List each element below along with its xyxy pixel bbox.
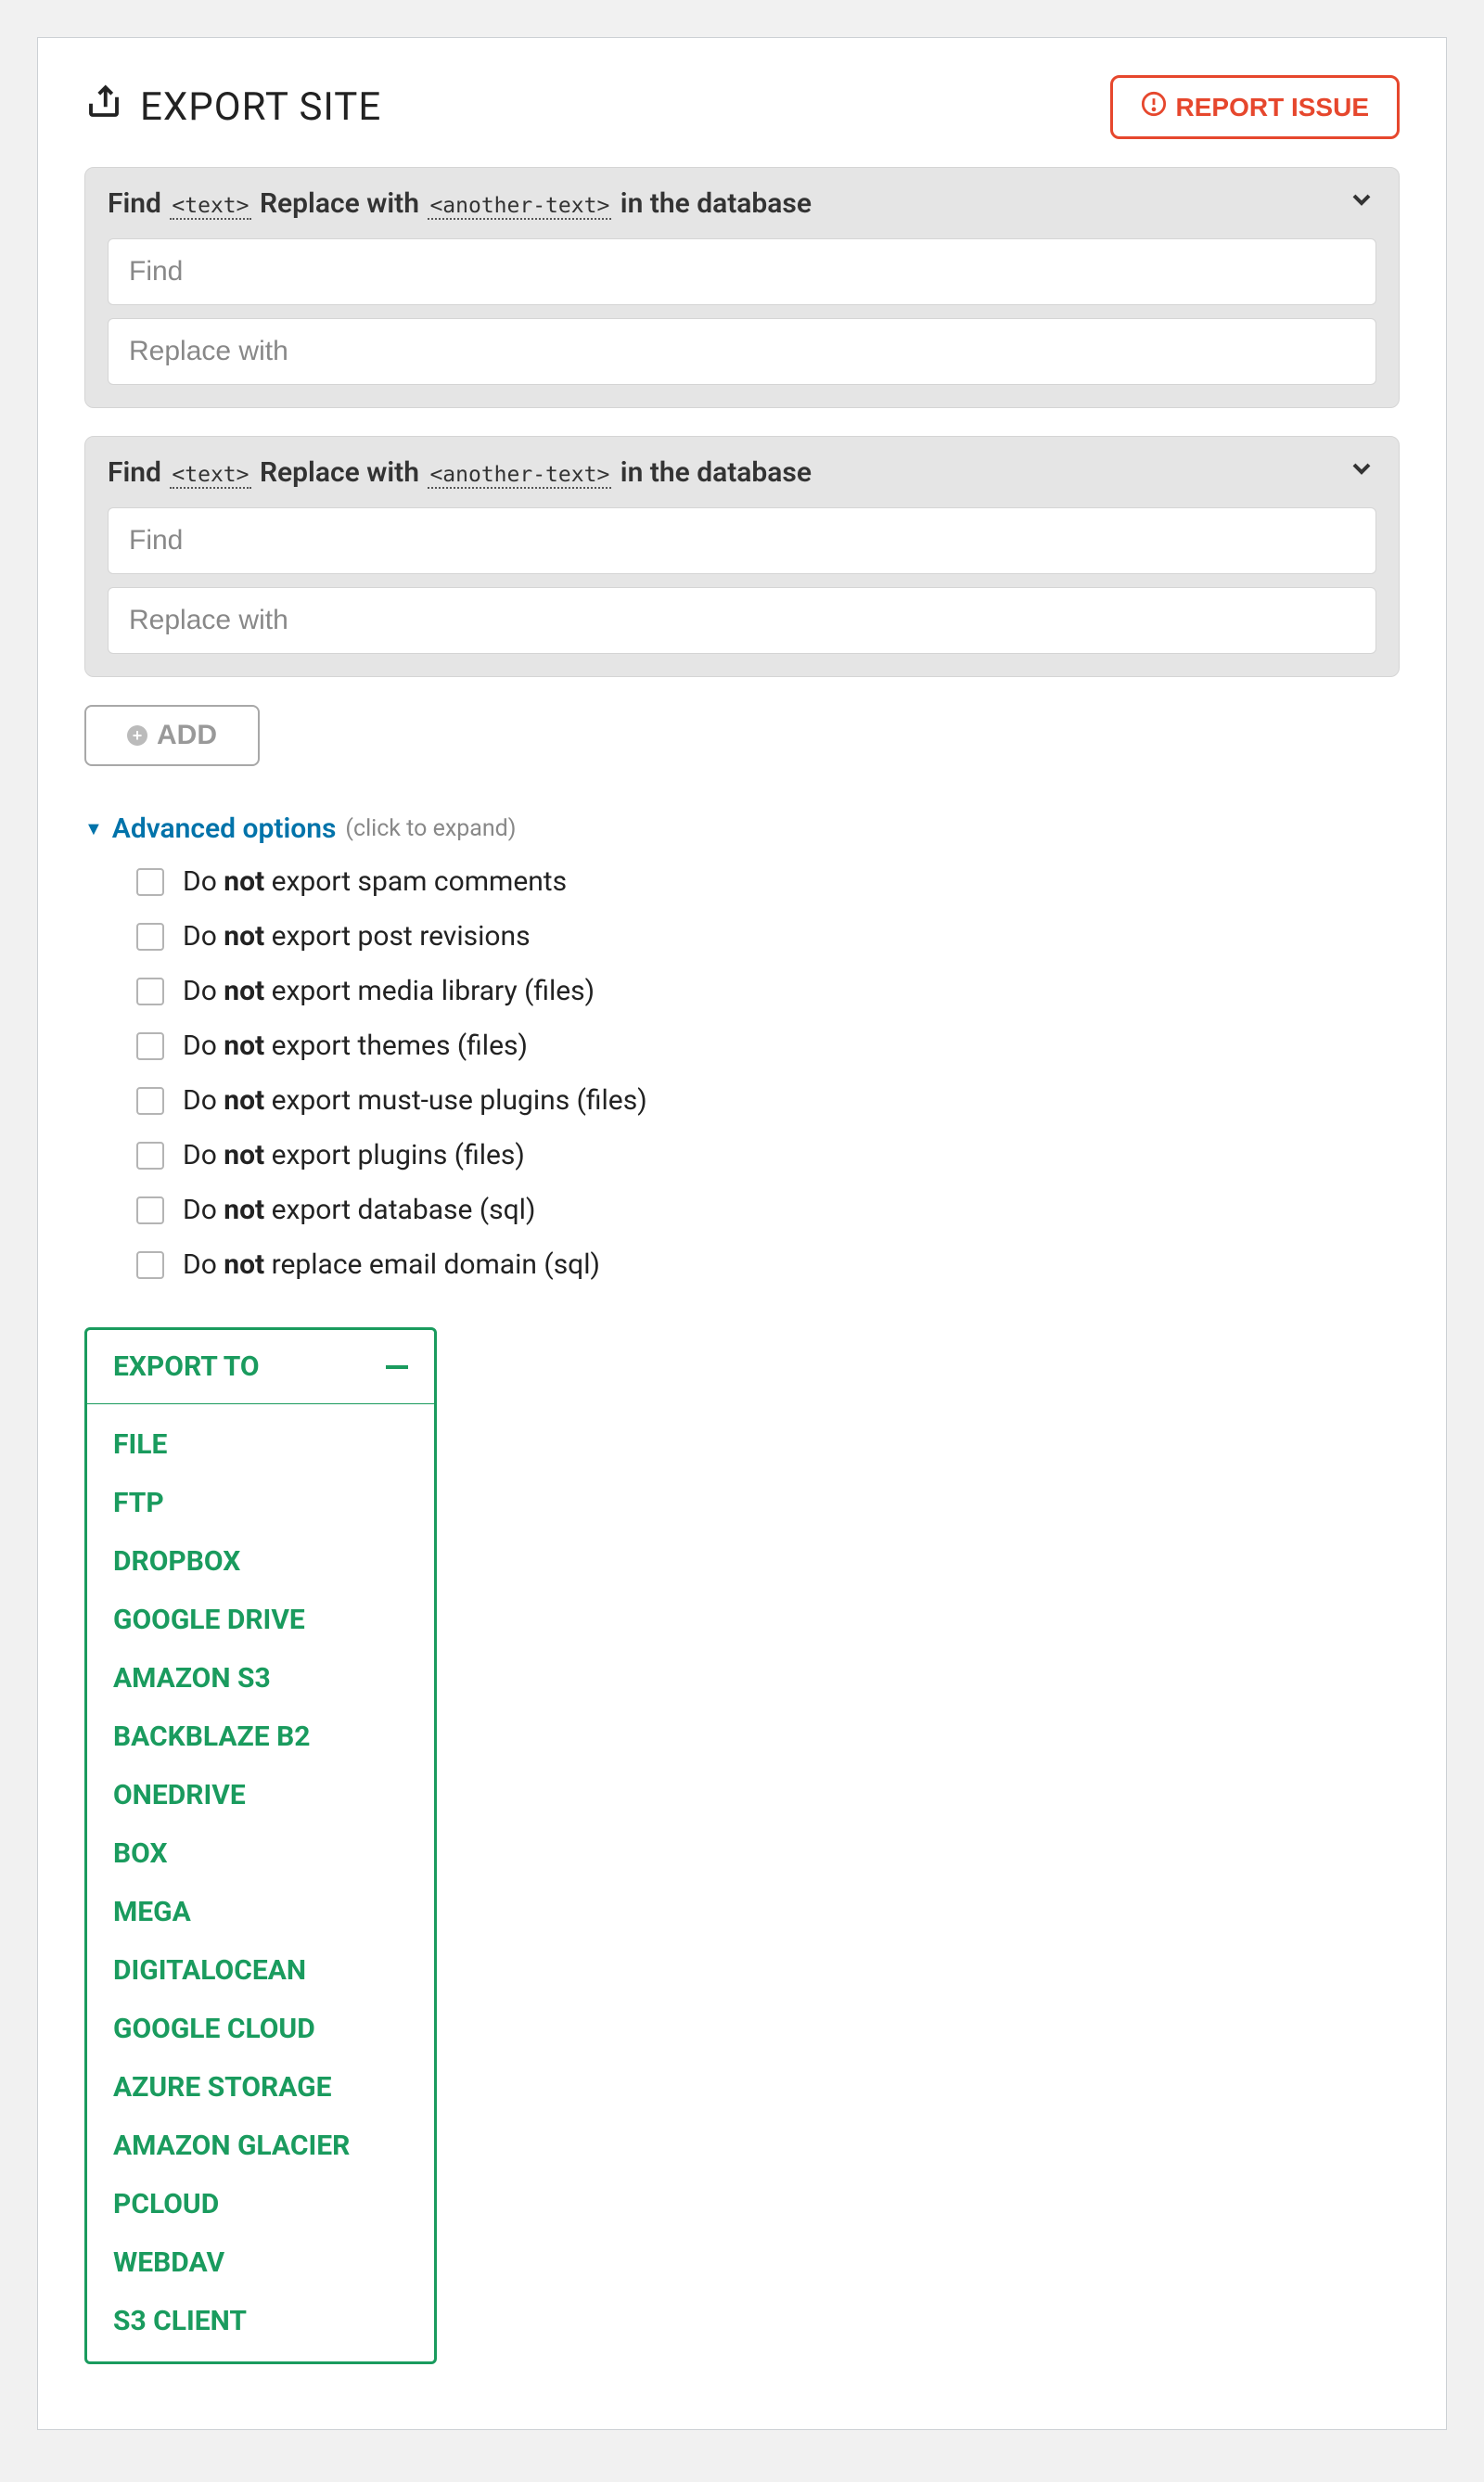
advanced-checkbox-6[interactable] [136,1196,164,1224]
advanced-option-6[interactable]: Do not export database (sql) [136,1194,1400,1226]
replace-input-2[interactable] [108,587,1376,654]
advanced-option-7[interactable]: Do not replace email domain (sql) [136,1248,1400,1281]
export-target-google-cloud[interactable]: GOOGLE CLOUD [87,2000,434,2058]
export-target-list: FILEFTPDROPBOXGOOGLE DRIVEAMAZON S3BACKB… [87,1404,434,2361]
export-to-header[interactable]: EXPORT TO [87,1330,434,1404]
chevron-down-icon [1347,185,1376,222]
export-target-onedrive[interactable]: ONEDRIVE [87,1766,434,1824]
advanced-checkbox-0[interactable] [136,868,164,896]
find-replace-header-2[interactable]: Find <text> Replace with <another-text> … [108,454,1376,491]
caret-down-icon: ▼ [84,817,103,840]
advanced-checkbox-7[interactable] [136,1251,164,1279]
advanced-options-list: Do not export spam comments Do not export… [84,865,1400,1281]
export-target-file[interactable]: FILE [87,1415,434,1474]
export-target-amazon-glacier[interactable]: AMAZON GLACIER [87,2117,434,2175]
export-target-mega[interactable]: MEGA [87,1883,434,1941]
export-icon [84,83,123,132]
export-target-dropbox[interactable]: DROPBOX [87,1532,434,1591]
find-input-2[interactable] [108,507,1376,574]
find-replace-header-1[interactable]: Find <text> Replace with <another-text> … [108,185,1376,222]
export-target-amazon-s3[interactable]: AMAZON S3 [87,1649,434,1708]
find-replace-group-2: Find <text> Replace with <another-text> … [84,436,1400,677]
export-target-box[interactable]: BOX [87,1824,434,1883]
chevron-down-icon [1347,454,1376,491]
advanced-checkbox-4[interactable] [136,1087,164,1115]
plus-icon: + [127,725,147,746]
export-target-azure-storage[interactable]: AZURE STORAGE [87,2058,434,2117]
export-target-s3-client[interactable]: S3 CLIENT [87,2292,434,2350]
advanced-checkbox-3[interactable] [136,1032,164,1060]
export-target-webdav[interactable]: WEBDAV [87,2233,434,2292]
add-button[interactable]: + ADD [84,705,260,766]
page-title: EXPORT SITE [84,83,381,132]
advanced-checkbox-1[interactable] [136,923,164,951]
export-target-digitalocean[interactable]: DIGITALOCEAN [87,1941,434,2000]
advanced-option-5[interactable]: Do not export plugins (files) [136,1139,1400,1171]
export-target-ftp[interactable]: FTP [87,1474,434,1532]
advanced-checkbox-2[interactable] [136,978,164,1005]
find-replace-group-1: Find <text> Replace with <another-text> … [84,167,1400,408]
minus-icon [386,1365,408,1369]
export-target-pcloud[interactable]: PCLOUD [87,2175,434,2233]
export-to-dropdown: EXPORT TO FILEFTPDROPBOXGOOGLE DRIVEAMAZ… [84,1327,437,2364]
advanced-option-1[interactable]: Do not export post revisions [136,920,1400,953]
advanced-options-toggle[interactable]: ▼ Advanced options (click to expand) [84,812,1400,845]
alert-icon [1141,91,1167,123]
advanced-checkbox-5[interactable] [136,1142,164,1170]
advanced-option-4[interactable]: Do not export must-use plugins (files) [136,1084,1400,1117]
export-site-panel: EXPORT SITE REPORT ISSUE Find <text> Rep… [37,37,1447,2430]
find-input-1[interactable] [108,238,1376,305]
report-issue-button[interactable]: REPORT ISSUE [1110,75,1400,139]
advanced-option-2[interactable]: Do not export media library (files) [136,975,1400,1007]
advanced-option-0[interactable]: Do not export spam comments [136,865,1400,898]
advanced-option-3[interactable]: Do not export themes (files) [136,1030,1400,1062]
export-target-google-drive[interactable]: GOOGLE DRIVE [87,1591,434,1649]
panel-header: EXPORT SITE REPORT ISSUE [84,75,1400,139]
export-target-backblaze-b2[interactable]: BACKBLAZE B2 [87,1708,434,1766]
replace-input-1[interactable] [108,318,1376,385]
